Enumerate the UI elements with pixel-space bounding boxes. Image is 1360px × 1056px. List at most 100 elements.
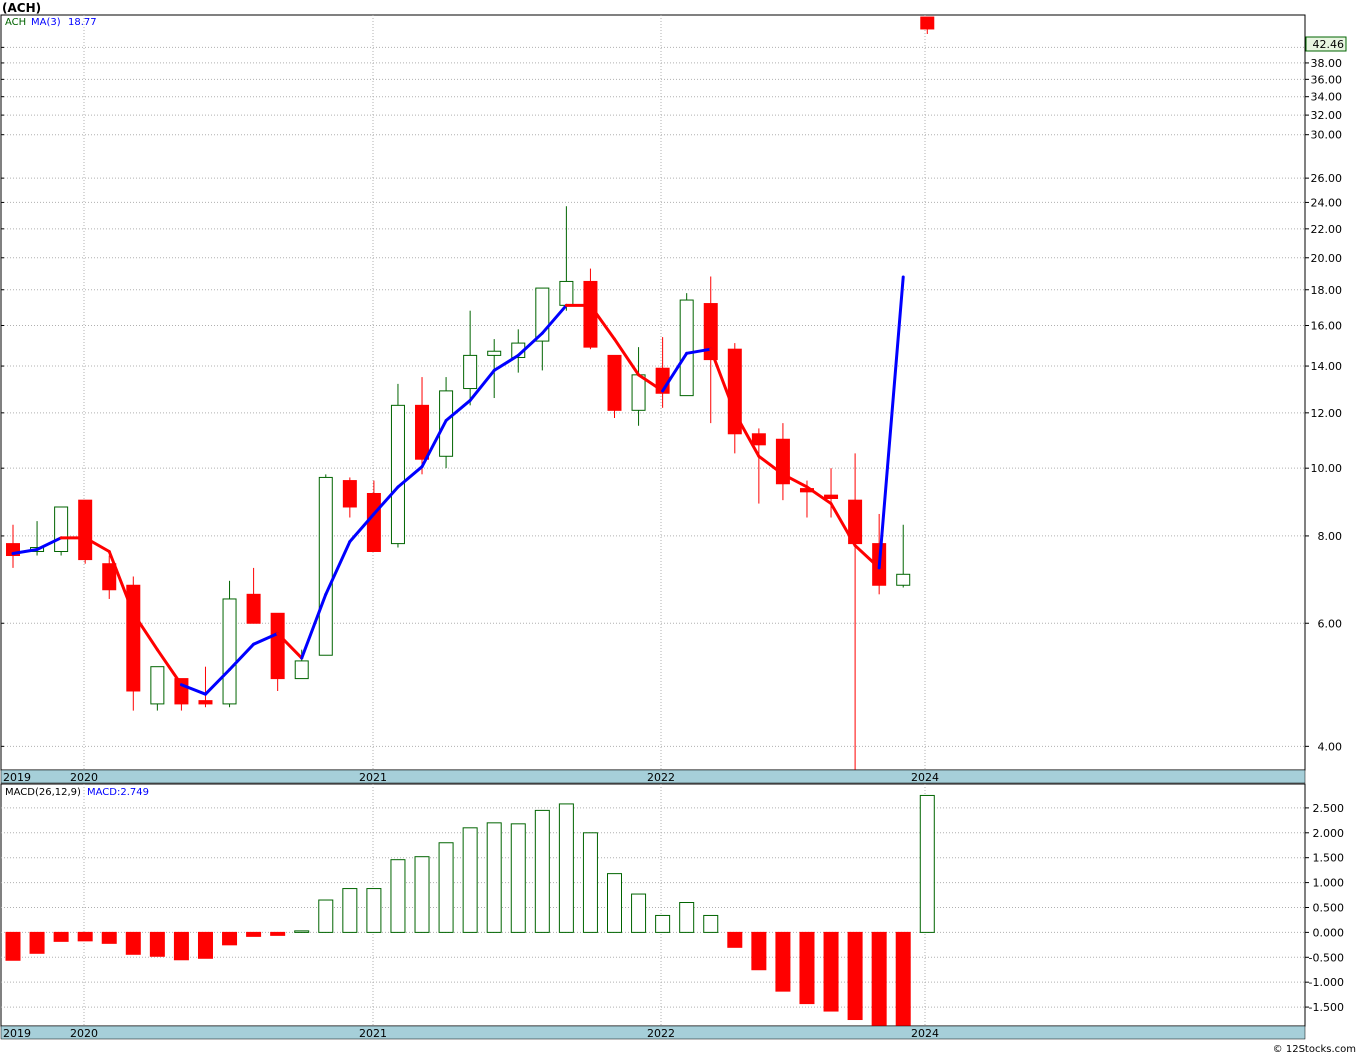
macd-bar [510, 823, 526, 933]
chart-title: (ACH) [2, 1, 41, 15]
macd-bar [414, 856, 430, 933]
price-panel: 4.00 6.00 8.00 10.00 12.00 14.00 16.00 18.00 20.… [0, 14, 1347, 771]
candle-body [751, 433, 766, 446]
macd-legend: MACD(26,12,9) MACD:2.749 [5, 787, 149, 798]
candle-body [198, 700, 213, 705]
candle-body [463, 354, 478, 390]
candle-body [920, 16, 935, 30]
candle [607, 354, 622, 418]
price-x-tick-2024: 2024 [911, 771, 939, 784]
macd-x-axis: 2019 2020 2021 2022 2024 [0, 1025, 1306, 1040]
candle-body [559, 280, 574, 306]
macd-legend-label: MACD(26,12,9) [5, 787, 81, 798]
price-ytick-label: 34.00 [1311, 91, 1343, 104]
price-x-tick-2022: 2022 [647, 771, 675, 784]
candle-body [342, 480, 357, 508]
macd-bar [727, 931, 743, 948]
macd-bar [222, 931, 238, 946]
macd-legend-value: MACD:2.749 [87, 787, 149, 798]
candle-body [415, 404, 430, 460]
macd-bar [342, 888, 358, 933]
macd-bar [534, 809, 550, 933]
macd-bar [871, 931, 887, 1027]
candle [222, 580, 237, 708]
candle-body [896, 573, 911, 586]
macd-bar [631, 893, 647, 933]
macd-x-tick-2019: 2019 [3, 1027, 31, 1040]
candle [54, 506, 69, 556]
candle-body [102, 563, 117, 591]
macd-ytick-label: 2.000 [1313, 827, 1345, 840]
macd-bar [486, 822, 502, 933]
macd-ytick-label: -0.500 [1309, 951, 1344, 964]
candle-body [150, 666, 165, 705]
candle-body [294, 660, 309, 680]
macd-bar [823, 931, 839, 1012]
price-ytick-label: 30.00 [1311, 129, 1343, 142]
price-x-tick-2019: 2019 [3, 771, 31, 784]
macd-bar [101, 931, 117, 944]
candle-body [487, 350, 502, 356]
macd-bar [77, 931, 93, 942]
macd-bar [607, 873, 622, 933]
candle-body [679, 299, 694, 397]
candle-body [222, 598, 237, 705]
macd-bar [582, 832, 598, 933]
candle [679, 293, 694, 397]
macd-bar [919, 794, 935, 933]
macd-y-axis: 2.500 2.000 1.500 1.000 0.500 0.000 -0.500 -1.0… [1305, 802, 1344, 1014]
price-x-axis: 2019 2020 2021 2022 2024 [0, 769, 1306, 784]
legend-ma-value: 18.77 [68, 17, 97, 28]
macd-ytick-label: -1.500 [1309, 1001, 1344, 1014]
macd-bar [173, 931, 189, 961]
price-x-tick-2020: 2020 [70, 771, 98, 784]
candle [318, 474, 333, 656]
macd-bar [53, 931, 69, 942]
candle-body [270, 612, 285, 680]
macd-bar [775, 931, 791, 992]
macd-bar [799, 931, 815, 1005]
candle-body [366, 492, 381, 552]
price-ytick-label: 10.00 [1311, 462, 1343, 475]
macd-bar [895, 931, 911, 1028]
candle [126, 576, 141, 711]
macd-bar [751, 931, 767, 971]
price-legend: ACH MA(3) 18.77 [5, 17, 97, 28]
macd-bar [366, 888, 382, 933]
candle-body [824, 494, 839, 499]
price-ytick-label: 14.00 [1311, 360, 1343, 373]
macd-bar [197, 931, 213, 959]
macd-bar [318, 899, 334, 933]
macd-x-tick-2021: 2021 [359, 1027, 387, 1040]
last-price-tag: 42.46 [1305, 36, 1347, 52]
macd-bar [246, 931, 262, 937]
macd-x-tick-2022: 2022 [647, 1027, 675, 1040]
legend-symbol: ACH [5, 17, 26, 28]
macd-ytick-label: -1.000 [1309, 976, 1344, 989]
macd-bar [390, 859, 406, 933]
candle-body [631, 374, 646, 411]
macd-x-tick-2024: 2024 [911, 1027, 939, 1040]
price-panel-frame [0, 14, 1306, 771]
price-ytick-label: 22.00 [1311, 223, 1343, 236]
copyright-footer: © 12Stocks.com [1273, 1044, 1356, 1055]
macd-bar [125, 931, 141, 955]
candle [390, 383, 405, 548]
macd-ytick-label: 1.000 [1313, 877, 1345, 890]
price-ytick-label: 36.00 [1311, 73, 1343, 86]
price-ytick-label: 38.00 [1311, 57, 1343, 70]
candle [150, 666, 165, 711]
candle [78, 499, 93, 564]
macd-bar [29, 931, 45, 954]
candle-body [390, 404, 405, 545]
legend-ma-label: MA(3) [31, 17, 61, 28]
candle-body [607, 354, 622, 411]
candle-body [318, 476, 333, 656]
macd-bar [149, 931, 165, 957]
price-ytick-label: 16.00 [1311, 320, 1343, 333]
price-ytick-label: 24.00 [1311, 196, 1343, 209]
macd-bar [847, 931, 863, 1021]
candle-body [246, 593, 261, 624]
price-ytick-label: 18.00 [1311, 284, 1343, 297]
candle-body [78, 499, 93, 561]
